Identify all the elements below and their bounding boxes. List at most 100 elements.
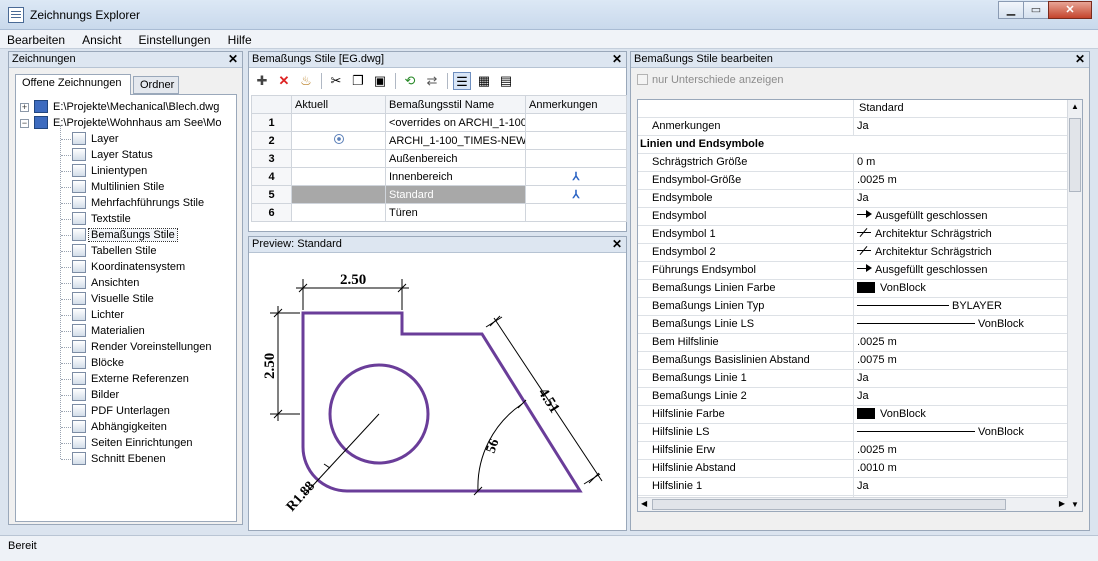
maximize-button[interactable]: ▭ <box>1023 1 1049 19</box>
property-row[interactable]: Führungs Endsymbol Ausgefüllt geschlossen <box>638 262 1068 280</box>
set-current-icon[interactable]: ⟲ <box>401 72 419 90</box>
minimize-button[interactable]: ▁ <box>998 1 1024 19</box>
property-value-cell[interactable]: .0010 m <box>855 460 1068 477</box>
scrollbar-thumb[interactable] <box>1069 118 1081 192</box>
menu-ansicht[interactable]: Ansicht <box>75 30 128 50</box>
property-value-cell[interactable]: VonBlock <box>855 316 1068 333</box>
tree-item-mehrfachfuehrungs-stile[interactable]: Mehrfachführungs Stile <box>72 195 206 211</box>
collapse-icon[interactable]: − <box>20 119 29 128</box>
close-icon[interactable]: ✕ <box>1075 52 1085 67</box>
vertical-scrollbar[interactable]: ▲ ▼ <box>1067 100 1082 511</box>
tree-item-bloecke[interactable]: Blöcke <box>72 355 126 371</box>
property-value-cell[interactable]: VonBlock <box>855 424 1068 441</box>
tree-view-icon[interactable]: ▤ <box>497 72 515 90</box>
property-row[interactable]: Schrägstrich Größe 0 m <box>638 154 1068 172</box>
property-row[interactable]: Endsymbol-Größe .0025 m <box>638 172 1068 190</box>
scrollbar-thumb[interactable] <box>652 499 1006 510</box>
property-value-cell[interactable]: .0075 m <box>855 352 1068 369</box>
property-row[interactable]: Hilfslinie LS VonBlock <box>638 424 1068 442</box>
property-row[interactable]: Bemaßungs Linie 1 Ja <box>638 370 1068 388</box>
tree-item-tabellen-stile[interactable]: Tabellen Stile <box>72 243 158 259</box>
property-row[interactable]: Endsymbole Ja <box>638 190 1068 208</box>
cut-icon[interactable]: ✂ <box>327 72 345 90</box>
tree-item-linientypen[interactable]: Linientypen <box>72 163 149 179</box>
tree-item-textstile[interactable]: Textstile <box>72 211 133 227</box>
property-row[interactable]: Bemaßungs Linie 2 Ja <box>638 388 1068 406</box>
icons-view-icon[interactable]: ▦ <box>475 72 493 90</box>
scroll-down-icon[interactable]: ▼ <box>1071 500 1079 509</box>
tab-ordner[interactable]: Ordner <box>133 76 179 94</box>
tree-item-layer-status[interactable]: Layer Status <box>72 147 155 163</box>
new-style-icon[interactable]: ✚ <box>253 72 271 90</box>
close-button[interactable]: ✕ <box>1048 1 1092 19</box>
category-row[interactable]: Linien und Endsymbole <box>638 136 1068 154</box>
property-row[interactable]: Endsymbol 2 Architektur Schrägstrich <box>638 244 1068 262</box>
table-row[interactable]: 6 Türen <box>251 203 627 222</box>
property-row[interactable]: Hilfslinie Erw .0025 m <box>638 442 1068 460</box>
property-value-cell[interactable]: Ja <box>855 370 1068 387</box>
table-row[interactable]: 2 ARCHI_1-100_TIMES-NEW-ROM6 <box>251 131 627 150</box>
column-header-name[interactable]: Bemaßungsstil Name <box>385 95 526 114</box>
close-icon[interactable]: ✕ <box>228 52 238 67</box>
refresh-icon[interactable]: ⇄ <box>423 72 441 90</box>
property-value-cell[interactable]: 0 m <box>855 154 1068 171</box>
details-view-icon[interactable]: ☰ <box>453 72 471 90</box>
property-value-cell[interactable]: Architektur Schrägstrich <box>855 244 1068 261</box>
drawing-node[interactable]: E:\Projekte\Mechanical\Blech.dwg <box>34 99 221 115</box>
tree-item-bilder[interactable]: Bilder <box>72 387 121 403</box>
property-row[interactable]: Bemaßungs Linien Farbe VonBlock <box>638 280 1068 298</box>
tree-item-materialien[interactable]: Materialien <box>72 323 147 339</box>
property-value-cell[interactable]: VonBlock <box>855 280 1068 297</box>
property-value-cell[interactable]: Ja <box>855 190 1068 207</box>
menu-einstellungen[interactable]: Einstellungen <box>132 30 218 50</box>
tree-item-abhaengigkeiten[interactable]: Abhängigkeiten <box>72 419 169 435</box>
column-header-aktuell[interactable]: Aktuell <box>291 95 386 114</box>
tree-item-ansichten[interactable]: Ansichten <box>72 275 141 291</box>
property-row[interactable]: Bemaßungs Linie LS VonBlock <box>638 316 1068 334</box>
property-row[interactable]: Bemaßungs Linien Typ BYLAYER <box>638 298 1068 316</box>
property-row[interactable]: Bem Hilfslinie .0025 m <box>638 334 1068 352</box>
property-value-cell[interactable]: Ja <box>855 478 1068 495</box>
close-icon[interactable]: ✕ <box>612 52 622 67</box>
delete-icon[interactable]: ✕ <box>275 72 293 90</box>
menu-bearbeiten[interactable]: Bearbeiten <box>0 30 72 50</box>
property-value-cell[interactable]: Ausgefüllt geschlossen <box>855 208 1068 225</box>
property-row[interactable]: Bemaßungs Basislinien Abstand .0075 m <box>638 352 1068 370</box>
drawing-node[interactable]: E:\Projekte\Wohnhaus am See\Mo <box>34 115 224 131</box>
scroll-left-icon[interactable]: ◀ <box>641 499 647 508</box>
property-value-cell[interactable]: Ja <box>855 118 1068 135</box>
property-value-cell[interactable]: BYLAYER <box>855 298 1068 315</box>
tree-item-externe-referenzen[interactable]: Externe Referenzen <box>72 371 191 387</box>
close-icon[interactable]: ✕ <box>612 237 622 252</box>
expand-icon[interactable]: + <box>20 103 29 112</box>
menu-hilfe[interactable]: Hilfe <box>221 30 259 50</box>
table-row-selected[interactable]: 5 Standard ⅄ <box>251 185 627 204</box>
tree-item-schnitt-ebenen[interactable]: Schnitt Ebenen <box>72 451 168 467</box>
tree-item-render-voreinstellungen[interactable]: Render Voreinstellungen <box>72 339 213 355</box>
tree-item-bemassungs-stile[interactable]: Bemaßungs Stile <box>72 227 178 243</box>
copy-icon[interactable]: ❐ <box>349 72 367 90</box>
tab-offene-zeichnungen[interactable]: Offene Zeichnungen <box>15 74 131 95</box>
table-row[interactable]: 4 Innenbereich ⅄ <box>251 167 627 186</box>
purge-icon[interactable]: ♨ <box>297 72 315 90</box>
differences-only-checkbox[interactable]: nur Unterschiede anzeigen <box>637 74 783 86</box>
horizontal-scrollbar[interactable]: ◀ ▶ <box>638 497 1068 511</box>
property-row[interactable]: Endsymbol 1 Architektur Schrägstrich <box>638 226 1068 244</box>
tree-item-layer[interactable]: Layer <box>72 131 121 147</box>
property-value-cell[interactable]: .0025 m <box>855 334 1068 351</box>
tree-item-multilinien-stile[interactable]: Multilinien Stile <box>72 179 166 195</box>
column-header-anmerkungen[interactable]: Anmerkungen <box>525 95 627 114</box>
checkbox-box[interactable] <box>637 74 648 85</box>
property-row[interactable]: Anmerkungen Ja <box>638 118 1068 136</box>
property-row[interactable]: Hilfslinie 1 Ja <box>638 478 1068 496</box>
property-value-cell[interactable]: VonBlock <box>855 406 1068 423</box>
property-value-cell[interactable]: Architektur Schrägstrich <box>855 226 1068 243</box>
property-row[interactable]: Hilfslinie Abstand .0010 m <box>638 460 1068 478</box>
tree-item-visuelle-stile[interactable]: Visuelle Stile <box>72 291 156 307</box>
scroll-up-icon[interactable]: ▲ <box>1071 102 1079 111</box>
tree-item-lichter[interactable]: Lichter <box>72 307 126 323</box>
tree-item-seiten-einrichtungen[interactable]: Seiten Einrichtungen <box>72 435 195 451</box>
tree-item-pdf-unterlagen[interactable]: PDF Unterlagen <box>72 403 172 419</box>
property-value-cell[interactable]: .0025 m <box>855 442 1068 459</box>
table-row[interactable]: 1 <overrides on ARCHI_1-100_TIMES-NEW-RO… <box>251 113 627 132</box>
